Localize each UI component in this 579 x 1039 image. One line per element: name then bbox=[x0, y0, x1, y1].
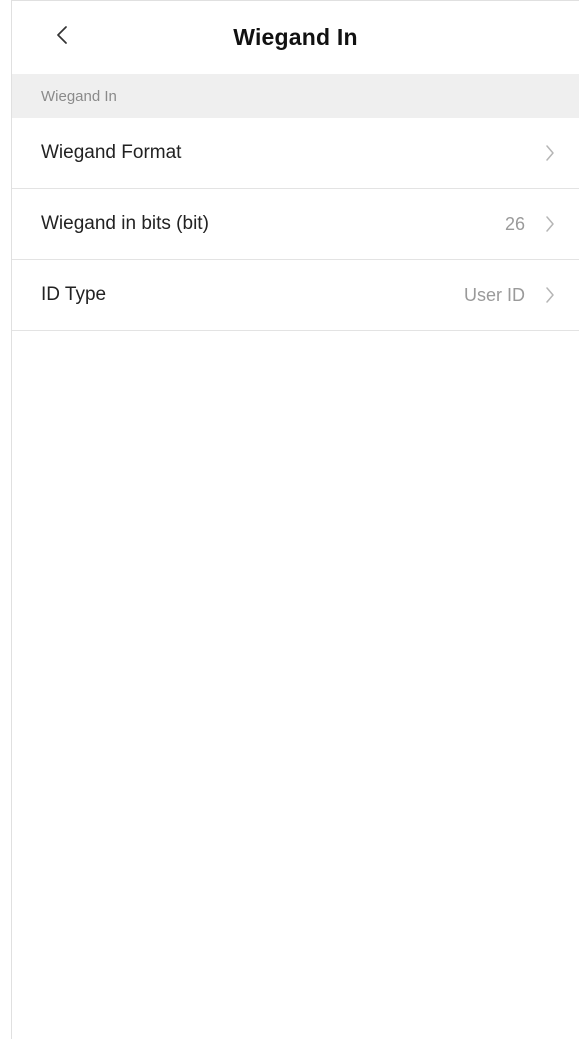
chevron-right-icon bbox=[545, 286, 555, 304]
chevron-right-icon bbox=[545, 144, 555, 162]
wiegand-format-row[interactable]: Wiegand Format bbox=[12, 118, 579, 189]
id-type-value: User ID bbox=[463, 284, 525, 305]
id-type-label: ID Type bbox=[41, 284, 107, 305]
section-header: Wiegand In bbox=[12, 74, 579, 118]
wiegand-in-bits-label: Wiegand in bits (bit) bbox=[41, 213, 209, 234]
navigation-bar: Wiegand In bbox=[12, 1, 579, 74]
wiegand-format-label: Wiegand Format bbox=[41, 142, 182, 163]
wiegand-in-bits-value: 26 bbox=[504, 213, 525, 234]
back-button[interactable] bbox=[46, 21, 78, 53]
wiegand-in-bits-row[interactable]: Wiegand in bits (bit) 26 bbox=[12, 189, 579, 260]
chevron-right-icon bbox=[545, 215, 555, 233]
settings-list: Wiegand Format Wiegand in bits (bit) 26 … bbox=[12, 118, 579, 331]
page-title: Wiegand In bbox=[233, 24, 358, 50]
chevron-left-icon bbox=[56, 25, 68, 49]
id-type-row[interactable]: ID Type User ID bbox=[12, 260, 579, 331]
wiegand-in-screen: Wiegand In Wiegand In Wiegand Format Wie… bbox=[11, 0, 579, 1039]
